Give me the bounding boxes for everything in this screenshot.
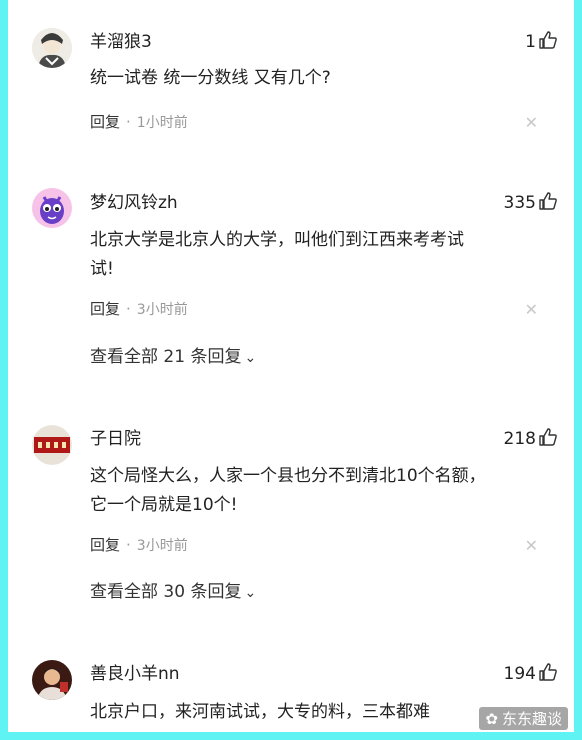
reply-button[interactable]: 回复 [90,113,120,131]
username[interactable]: 善良小羊nn [90,664,180,684]
comment-line: 试! [90,259,114,279]
comment-line: 它一个局就是10个! [90,495,238,515]
reply-button[interactable]: 回复 [90,536,120,554]
view-all-replies-button[interactable]: 查看全部 21 条回复 ⌄ [90,347,256,368]
avatar[interactable] [32,28,72,68]
username[interactable]: 梦幻风铃zh [90,193,178,213]
close-icon[interactable]: ✕ [525,115,538,131]
like-count: 194 [503,664,536,684]
avatar-person-photo-icon [32,660,72,700]
avatar[interactable] [32,188,72,228]
comment-text: 统一试卷 统一分数线 又有几个? [90,64,530,93]
thumbs-up-icon[interactable] [538,662,558,682]
view-all-label: 查看全部 21 条回复 [90,347,242,367]
avatar-red-banner-icon [32,425,72,465]
comment-line: 北京户口，来河南试试，大专的料，三本都难 [90,702,430,722]
timestamp: 3小时前 [136,302,188,318]
avatar[interactable] [32,425,72,465]
like-count: 1 [525,32,536,52]
thumbs-up-icon[interactable] [538,191,558,211]
comment-meta: 回复 · 1小时前 [90,113,188,132]
comment-line: 统一试卷 统一分数线 又有几个? [90,68,331,88]
thumbs-up-icon[interactable] [538,427,558,447]
timestamp: 3小时前 [136,538,188,554]
comment-line: 这个局怪大么，人家一个县也分不到清北10个名额， [90,466,486,486]
comment-text: 北京大学是北京人的大学，叫他们到江西来考考试 试! [90,226,530,284]
timestamp: 1小时前 [136,115,188,131]
avatar-ink-portrait-icon [32,28,72,68]
comment-meta: 回复 · 3小时前 [90,536,188,555]
separator-dot: · [126,536,131,554]
avatar-purple-cartoon-icon [32,188,72,228]
thumbs-up-icon[interactable] [538,30,558,50]
like-count: 218 [503,429,536,449]
wechat-icon: ✿ [485,710,498,728]
comment-meta: 回复 · 3小时前 [90,300,188,319]
watermark-label: 东东趣谈 [501,710,562,728]
avatar[interactable] [32,660,72,700]
view-all-replies-button[interactable]: 查看全部 30 条回复 ⌄ [90,582,256,603]
view-all-label: 查看全部 30 条回复 [90,582,242,602]
chevron-down-icon: ⌄ [244,585,257,601]
comment-line: 北京大学是北京人的大学，叫他们到江西来考考试 [90,230,464,250]
username[interactable]: 子日院 [90,429,141,449]
reply-button[interactable]: 回复 [90,300,120,318]
like-count: 335 [503,193,536,213]
separator-dot: · [126,300,131,318]
username[interactable]: 羊溜狼3 [90,32,152,52]
chevron-down-icon: ⌄ [244,350,257,366]
comment-text: 北京户口，来河南试试，大专的料，三本都难 [90,698,530,727]
close-icon[interactable]: ✕ [525,302,538,318]
comment-list-panel: 羊溜狼3 1 统一试卷 统一分数线 又有几个? 回复 · 1小时前 ✕ 梦幻风铃zh… [8,0,574,732]
separator-dot: · [126,113,131,131]
watermark: ✿ 东东趣谈 [479,707,568,730]
comment-text: 这个局怪大么，人家一个县也分不到清北10个名额， 它一个局就是10个! [90,462,540,520]
close-icon[interactable]: ✕ [525,538,538,554]
